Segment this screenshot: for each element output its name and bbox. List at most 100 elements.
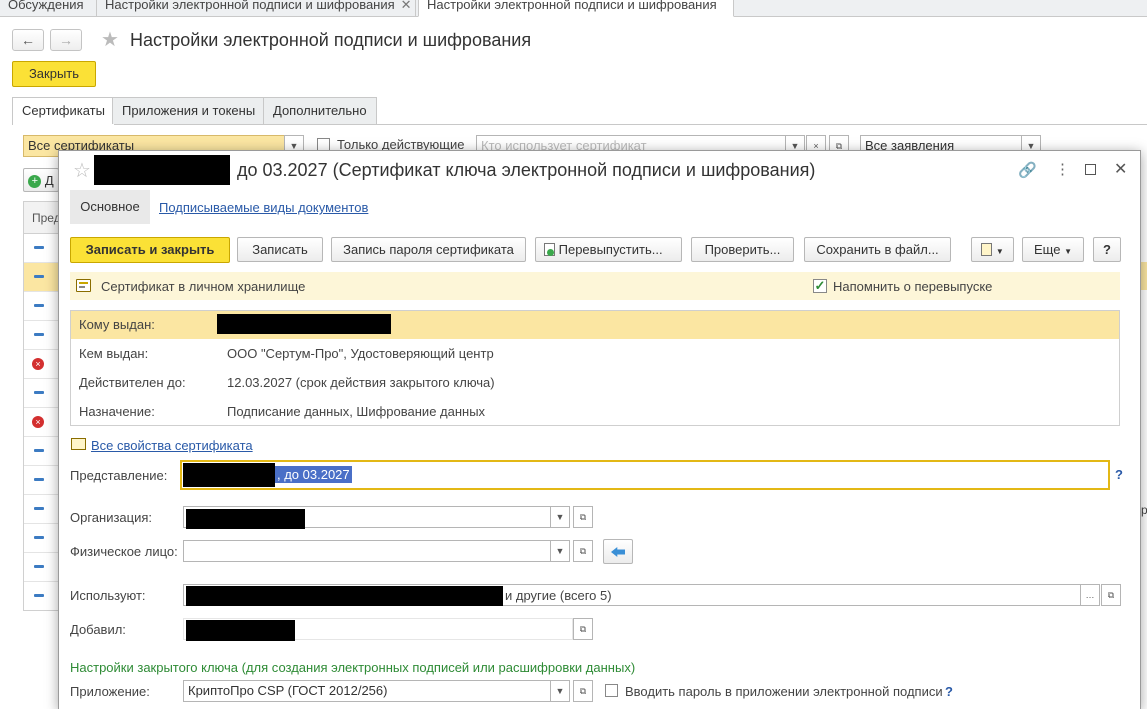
maximize-icon[interactable]: [1085, 164, 1096, 175]
tab-additional[interactable]: Дополнительно: [263, 97, 377, 124]
remind-checkbox[interactable]: ✓: [813, 279, 827, 293]
chevron-down-icon[interactable]: ▼: [550, 540, 570, 562]
fill-person-button[interactable]: [603, 539, 633, 564]
list-item[interactable]: ×: [24, 350, 60, 379]
list-item[interactable]: [24, 234, 60, 263]
window-tab-settings-1[interactable]: Настройки электронной подписи и шифрован…: [97, 0, 416, 17]
list-item[interactable]: [24, 379, 60, 408]
tab-apps-tokens[interactable]: Приложения и токены: [112, 97, 266, 124]
purpose-label: Назначение:: [79, 404, 155, 419]
save-button[interactable]: Записать: [237, 237, 323, 262]
certificate-icon: [34, 565, 44, 568]
forward-button[interactable]: →: [50, 29, 82, 51]
star-icon[interactable]: ☆: [73, 158, 91, 183]
chevron-down-icon: ▼: [1064, 247, 1072, 256]
list-item[interactable]: [24, 466, 60, 495]
list-item[interactable]: [24, 263, 60, 292]
window-tab-bar: Обсуждения Настройки электронной подписи…: [0, 0, 1147, 17]
list-item[interactable]: [24, 524, 60, 553]
list-item[interactable]: [24, 553, 60, 582]
select-ellipsis-icon[interactable]: …: [1080, 584, 1100, 606]
certificate-icon: [34, 449, 44, 452]
close-icon[interactable]: ✕: [1114, 159, 1127, 179]
application-select[interactable]: КриптоПро CSP (ГОСТ 2012/256): [183, 680, 551, 702]
tab-label: Настройки электронной подписи и шифрован…: [427, 0, 717, 12]
chevron-down-icon[interactable]: ▼: [550, 506, 570, 528]
dialog-title: до 03.2027 (Сертификат ключа электронной…: [237, 160, 816, 180]
list-item[interactable]: [24, 437, 60, 466]
open-icon[interactable]: ⧉: [573, 506, 593, 528]
person-input[interactable]: [183, 540, 551, 562]
open-icon[interactable]: ⧉: [573, 680, 593, 702]
certificate-props-icon: [71, 438, 86, 450]
check-button[interactable]: Проверить...: [691, 237, 794, 262]
reissue-button[interactable]: Перевыпустить...: [535, 237, 682, 262]
list-cell-fragment: р: [1141, 503, 1147, 517]
list-item[interactable]: [24, 292, 60, 321]
certificate-list[interactable]: Пред × ×: [23, 201, 61, 611]
certificate-icon: [34, 507, 44, 510]
redacted-added-by: [186, 620, 295, 641]
certificate-icon: [34, 304, 44, 307]
certificate-icon: [34, 536, 44, 539]
password-button[interactable]: Запись пароля сертификата: [331, 237, 526, 262]
document-icon: [981, 243, 993, 256]
issued-by-label: Кем выдан:: [79, 346, 149, 361]
reissue-label: Перевыпустить...: [558, 242, 663, 257]
help-button[interactable]: ?: [1093, 237, 1121, 262]
certificate-icon: [76, 279, 91, 292]
store-label: Сертификат в личном хранилище: [101, 279, 306, 294]
arrow-left-icon: [611, 547, 625, 557]
help-icon[interactable]: ?: [1115, 467, 1123, 482]
selected-row-fragment: [1141, 262, 1147, 290]
enter-password-checkbox[interactable]: [605, 684, 618, 697]
issued-to-label: Кому выдан:: [79, 317, 155, 332]
redacted-issued-to: [217, 314, 391, 334]
list-item[interactable]: ×: [24, 408, 60, 437]
application-value: КриптоПро CSP (ГОСТ 2012/256): [188, 683, 388, 698]
help-icon[interactable]: ?: [945, 684, 953, 699]
plus-icon: +: [28, 175, 42, 189]
print-menu-button[interactable]: ▼: [971, 237, 1014, 262]
all-properties-link[interactable]: Все свойства сертификата: [91, 438, 253, 453]
star-icon[interactable]: ★: [101, 27, 119, 52]
reissue-icon: [544, 243, 555, 256]
certificate-icon: [34, 275, 44, 278]
more-button[interactable]: Еще ▼: [1022, 237, 1084, 262]
list-item[interactable]: [24, 321, 60, 350]
arrow-left-icon: ←: [21, 32, 35, 48]
error-icon: ×: [32, 416, 44, 428]
back-button[interactable]: ←: [12, 29, 44, 51]
presentation-selected-text: , до 03.2027: [275, 466, 352, 483]
users-label: Используют:: [70, 588, 146, 603]
certificate-icon: [34, 246, 44, 249]
tab-main[interactable]: Основное: [70, 190, 150, 224]
tab-certificates[interactable]: Сертификаты: [12, 97, 115, 125]
organization-label: Организация:: [70, 510, 153, 525]
error-icon: ×: [32, 358, 44, 370]
chevron-down-icon: ▼: [995, 247, 1004, 256]
added-by-label: Добавил:: [70, 622, 126, 637]
link-icon[interactable]: 🔗: [1018, 161, 1037, 179]
purpose-value: Подписание данных, Шифрование данных: [227, 404, 486, 419]
open-icon[interactable]: ⧉: [573, 540, 593, 562]
tab-document-types[interactable]: Подписываемые виды документов: [159, 200, 368, 215]
chevron-down-icon[interactable]: ▼: [550, 680, 570, 702]
save-to-file-button[interactable]: Сохранить в файл...: [804, 237, 951, 262]
certificate-icon: [34, 594, 44, 597]
list-item[interactable]: [24, 495, 60, 524]
open-icon[interactable]: ⧉: [1101, 584, 1121, 606]
close-button[interactable]: Закрыть: [12, 61, 96, 87]
list-item[interactable]: [24, 582, 60, 611]
enter-password-label: Вводить пароль в приложении электронной …: [625, 684, 943, 699]
window-tab-discussions[interactable]: Обсуждения: [0, 0, 97, 17]
more-label: Еще: [1034, 242, 1061, 257]
open-icon[interactable]: ⧉: [573, 618, 593, 640]
more-vert-icon[interactable]: ⋮: [1055, 160, 1070, 178]
close-icon[interactable]: ✕: [401, 0, 412, 12]
key-settings-heading: Настройки закрытого ключа (для создания …: [70, 660, 636, 675]
window-tab-settings-2[interactable]: Настройки электронной подписи и шифрован…: [418, 0, 734, 17]
add-button[interactable]: + Д: [23, 168, 59, 192]
save-and-close-button[interactable]: Записать и закрыть: [70, 237, 230, 263]
redacted-presentation: [183, 463, 275, 487]
